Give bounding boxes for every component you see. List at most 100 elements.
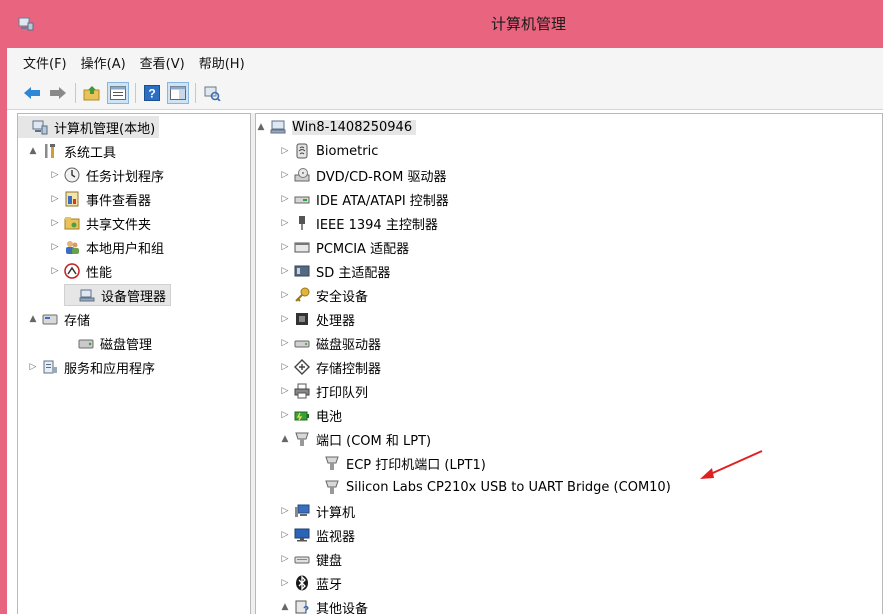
device-category-sd-adapter[interactable]: ▷ SD 主适配器 <box>280 260 390 282</box>
forward-arrow-icon <box>50 86 66 99</box>
expander-expanded[interactable]: ▲ <box>280 602 290 612</box>
device-category-print-queues[interactable]: ▷ 打印队列 <box>280 380 368 402</box>
expander-collapsed[interactable]: ▷ <box>280 554 290 564</box>
device-category-security-devices[interactable]: ▷ 安全设备 <box>280 284 368 306</box>
tree-item-performance[interactable]: ▷ 性能 <box>50 260 112 282</box>
expander-collapsed[interactable]: ▷ <box>280 362 290 372</box>
expander-collapsed[interactable]: ▷ <box>280 290 290 300</box>
device-category-label: SD 主适配器 <box>316 265 391 281</box>
expander-collapsed[interactable]: ▷ <box>280 194 290 204</box>
storage-icon <box>42 314 58 325</box>
tree-item-task-scheduler[interactable]: ▷ 任务计划程序 <box>50 164 164 186</box>
tree-item-device-manager[interactable]: 设备管理器 <box>64 284 172 306</box>
help-button[interactable]: ? <box>141 82 163 104</box>
device-category-batteries[interactable]: ▷ 电池 <box>280 404 342 426</box>
sd-adapter-icon <box>294 265 310 277</box>
device-category-disk-drives[interactable]: ▷ 磁盘驱动器 <box>280 332 381 354</box>
device-tree-root[interactable]: ▲ Win8-1408250946 <box>256 116 417 138</box>
performance-icon <box>64 263 80 279</box>
device-category-bluetooth[interactable]: ▷ 蓝牙 <box>280 572 342 594</box>
expander-collapsed[interactable]: ▷ <box>280 242 290 252</box>
tree-item-computer-management-local[interactable]: 计算机管理(本地) <box>18 116 160 138</box>
show-action-pane-button[interactable] <box>167 81 189 104</box>
expander-collapsed[interactable]: ▷ <box>280 146 290 156</box>
toolbar-separator <box>75 82 76 103</box>
device-category-label: DVD/CD-ROM 驱动器 <box>316 169 447 185</box>
device-category-processors[interactable]: ▷ 处理器 <box>280 308 355 330</box>
menu-action[interactable]: 操作(A) <box>81 53 126 72</box>
expander-collapsed[interactable]: ▷ <box>280 314 290 324</box>
disk-drive-icon <box>294 340 310 348</box>
forward-button[interactable] <box>47 82 69 104</box>
tree-item-storage[interactable]: ▲ 存储 <box>28 308 90 330</box>
expander-expanded[interactable]: ▲ <box>280 434 290 444</box>
expander-expanded[interactable]: ▲ <box>28 314 38 324</box>
expander-collapsed[interactable]: ▷ <box>280 530 290 540</box>
device-category-label: 键盘 <box>316 553 343 569</box>
back-button[interactable] <box>21 82 43 104</box>
device-label: ECP 打印机端口 (LPT1) <box>346 457 486 473</box>
port-icon <box>295 432 309 446</box>
back-arrow-icon <box>24 86 40 99</box>
printer-icon <box>294 383 310 399</box>
expander-collapsed[interactable]: ▷ <box>280 218 290 228</box>
expander-collapsed[interactable]: ▷ <box>50 194 60 204</box>
expander-collapsed[interactable]: ▷ <box>280 578 290 588</box>
expander-expanded[interactable]: ▲ <box>256 122 266 132</box>
expander-collapsed[interactable]: ▷ <box>50 170 60 180</box>
battery-icon <box>294 411 309 421</box>
device-category-ports[interactable]: ▲ 端口 (COM 和 LPT) <box>280 428 431 450</box>
device-category-ieee1394[interactable]: ▷ IEEE 1394 主控制器 <box>280 212 438 234</box>
tree-item-label: 事件查看器 <box>86 193 152 209</box>
expander-collapsed[interactable]: ▷ <box>50 266 60 276</box>
device-silicon-labs-cp210x[interactable]: Silicon Labs CP210x USB to UART Bridge (… <box>310 476 671 498</box>
ide-controller-icon <box>294 196 310 204</box>
menu-help[interactable]: 帮助(H) <box>199 53 245 72</box>
disk-icon <box>78 339 94 349</box>
device-category-keyboards[interactable]: ▷ 键盘 <box>280 548 342 570</box>
menu-view[interactable]: 查看(V) <box>140 53 185 72</box>
expander-expanded[interactable]: ▲ <box>28 146 38 156</box>
device-category-biometric[interactable]: ▷ Biometric <box>280 140 378 162</box>
device-category-computer[interactable]: ▷ 计算机 <box>280 500 355 522</box>
device-category-dvd-cdrom[interactable]: ▷ DVD/CD-ROM 驱动器 <box>280 164 446 186</box>
tree-item-label: 磁盘管理 <box>100 337 153 353</box>
keyboard-icon <box>294 556 310 564</box>
expander-collapsed[interactable]: ▷ <box>50 242 60 252</box>
device-category-monitors[interactable]: ▷ 监视器 <box>280 524 355 546</box>
up-one-level-button[interactable] <box>81 82 103 104</box>
expander-collapsed[interactable]: ▷ <box>280 506 290 516</box>
tree-item-shared-folders[interactable]: ▷ 共享文件夹 <box>50 212 151 234</box>
title-bar[interactable]: 计算机管理 <box>0 0 883 48</box>
expander-collapsed[interactable]: ▷ <box>280 338 290 348</box>
expander-collapsed[interactable]: ▷ <box>280 266 290 276</box>
expander-collapsed[interactable]: ▷ <box>280 410 290 420</box>
expander-collapsed[interactable]: ▷ <box>280 170 290 180</box>
security-key-icon <box>295 287 310 302</box>
device-category-label: 打印队列 <box>316 385 369 401</box>
device-category-label: PCMCIA 适配器 <box>316 241 410 257</box>
device-category-ide-ata[interactable]: ▷ IDE ATA/ATAPI 控制器 <box>280 188 449 210</box>
scan-hardware-button[interactable] <box>201 82 223 104</box>
menu-file[interactable]: 文件(F) <box>23 53 67 72</box>
tree-item-services-applications[interactable]: ▷ 服务和应用程序 <box>28 356 155 378</box>
tree-item-local-users-groups[interactable]: ▷ 本地用户和组 <box>50 236 164 258</box>
expander-collapsed[interactable]: ▷ <box>280 386 290 396</box>
tree-item-event-viewer[interactable]: ▷ 事件查看器 <box>50 188 151 210</box>
tree-item-system-tools[interactable]: ▲ 系统工具 <box>28 140 116 162</box>
tree-item-disk-management[interactable]: 磁盘管理 <box>64 332 152 354</box>
device-ecp-printer-port[interactable]: ECP 打印机端口 (LPT1) <box>310 452 486 474</box>
toolbar-separator <box>135 82 136 103</box>
toolbar: ? <box>7 76 883 110</box>
device-category-label: IDE ATA/ATAPI 控制器 <box>316 193 449 209</box>
expander-collapsed[interactable]: ▷ <box>50 218 60 228</box>
device-category-storage-controllers[interactable]: ▷ 存储控制器 <box>280 356 381 378</box>
properties-icon <box>110 85 126 100</box>
device-category-pcmcia[interactable]: ▷ PCMCIA 适配器 <box>280 236 410 258</box>
device-category-other-devices[interactable]: ▲ ? 其他设备 <box>280 596 368 614</box>
device-category-label: 计算机 <box>316 505 356 521</box>
expander-collapsed[interactable]: ▷ <box>28 362 38 372</box>
device-category-label: 电池 <box>316 409 343 425</box>
show-console-tree-button[interactable] <box>107 81 129 104</box>
device-category-label: 监视器 <box>316 529 356 545</box>
